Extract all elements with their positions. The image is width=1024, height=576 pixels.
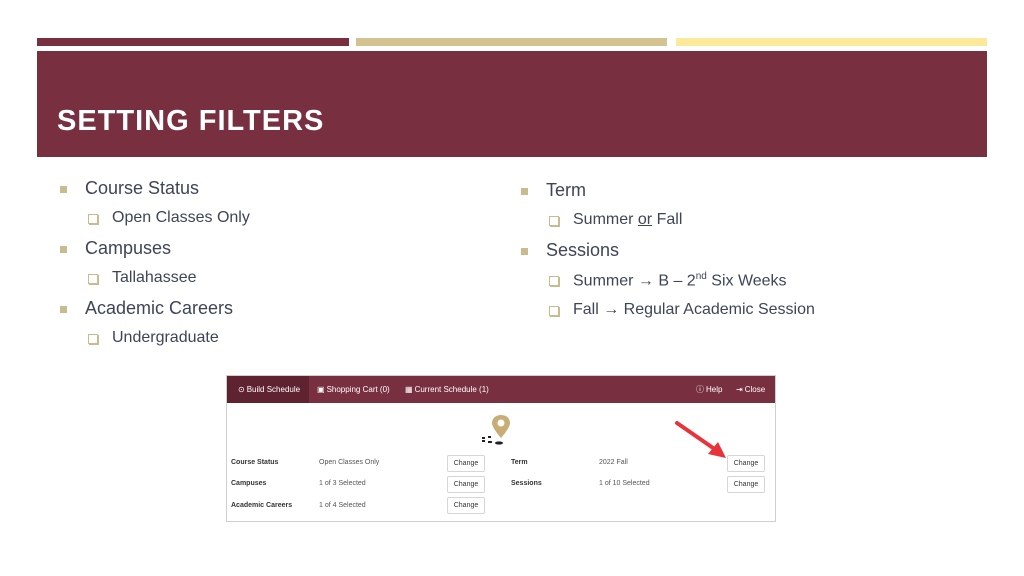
change-term-button[interactable]: Change (727, 455, 765, 472)
filter-value-term: 2022 Fall (599, 459, 628, 466)
filter-label-sessions: Sessions (511, 480, 542, 487)
sign-out-icon: ⇥ (736, 385, 743, 394)
filter-value-course-status: Open Classes Only (319, 459, 380, 466)
accent-stripe-gold (356, 38, 667, 46)
sub-bullet-summer-or-fall: Summer or Fall (519, 210, 682, 240)
filter-value-sessions: 1 of 10 Selected (599, 480, 650, 487)
box-bullet-icon (88, 214, 98, 224)
filter-label-academic-careers: Academic Careers (231, 502, 293, 509)
filter-label-campuses: Campuses (231, 480, 267, 487)
change-course-status-button[interactable]: Change (447, 455, 485, 472)
red-arrow-annotation (675, 421, 726, 458)
close-link[interactable]: ⇥ Close (736, 376, 765, 403)
box-bullet-icon (549, 216, 559, 226)
map-pin-footsteps-icon (482, 415, 510, 445)
square-bullet-icon (521, 248, 528, 255)
filter-label-course-status: Course Status (231, 459, 279, 466)
bullet-sessions: Sessions (519, 240, 619, 270)
filter-value-campuses: 1 of 3 Selected (319, 480, 366, 487)
left-bullet-list: Course Status Open Classes Only Campuses… (58, 178, 250, 358)
square-bullet-icon (521, 188, 528, 195)
change-academic-careers-button[interactable]: Change (447, 497, 485, 514)
sub-bullet-undergraduate: Undergraduate (58, 328, 219, 358)
accent-stripe-garnet (37, 38, 349, 46)
bullet-academic-careers: Academic Careers (58, 298, 233, 328)
tab-build-schedule[interactable]: ⊙ Build Schedule (227, 376, 309, 403)
cart-icon: ▣ (317, 385, 325, 394)
square-bullet-icon (60, 186, 67, 193)
square-bullet-icon (60, 246, 67, 253)
change-sessions-button[interactable]: Change (727, 476, 765, 493)
sub-bullet-open-classes: Open Classes Only (58, 208, 250, 238)
accent-stripe-light-gold (676, 38, 987, 46)
bullet-campuses: Campuses (58, 238, 171, 268)
right-bullet-list: Term Summer or Fall Sessions Summer → B … (519, 180, 815, 330)
tab-shopping-cart[interactable]: ▣ Shopping Cart (0) (317, 376, 390, 403)
top-nav: ⊙ Build Schedule ▣ Shopping Cart (0) ▦ Curr… (227, 376, 775, 403)
change-campuses-button[interactable]: Change (447, 476, 485, 493)
title-band: SETTING FILTERS (37, 51, 987, 157)
slide-title: SETTING FILTERS (57, 105, 325, 137)
sub-bullet-fall-session: Fall → Regular Academic Session (519, 300, 815, 330)
help-icon: ⓘ (696, 385, 704, 394)
box-bullet-icon (88, 274, 98, 284)
box-bullet-icon (549, 276, 559, 286)
calendar-icon: ▦ (405, 385, 413, 394)
box-bullet-icon (549, 306, 559, 316)
box-bullet-icon (88, 334, 98, 344)
clock-icon: ⊙ (238, 385, 245, 394)
sub-bullet-tallahassee: Tallahassee (58, 268, 197, 298)
square-bullet-icon (60, 306, 67, 313)
sub-bullet-summer-session: Summer → B – 2nd Six Weeks (519, 270, 787, 300)
bullet-course-status: Course Status (58, 178, 199, 208)
filter-label-term: Term (511, 459, 528, 466)
help-link[interactable]: ⓘ Help (696, 376, 722, 403)
tab-current-schedule[interactable]: ▦ Current Schedule (1) (405, 376, 489, 403)
filter-value-academic-careers: 1 of 4 Selected (319, 502, 366, 509)
bullet-term: Term (519, 180, 586, 210)
